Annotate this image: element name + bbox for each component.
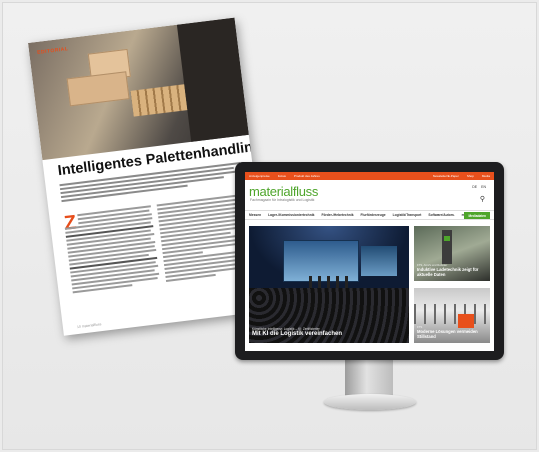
topbar-link[interactable]: Newsletter/E-Paper xyxy=(433,174,459,178)
hero-headline[interactable]: Mit KI die Logistik vereinfachen xyxy=(252,331,342,337)
nav-item[interactable]: Logistik/Transport xyxy=(393,213,422,217)
article-photo xyxy=(28,17,249,161)
nav-item[interactable]: Flurförderzeuge xyxy=(361,213,386,217)
side-teaser[interactable]: FTS, AGVs und Roboter Induktive Ladetech… xyxy=(414,226,490,281)
nav-item[interactable]: Lager-/Kommissioniertechnik xyxy=(268,213,314,217)
topbar-link[interactable]: Produkt des Jahres xyxy=(294,174,320,178)
topbar-link[interactable]: Fokus xyxy=(278,174,286,178)
topbar-link[interactable]: Anzeigenpreise xyxy=(249,174,270,178)
stage-screen xyxy=(361,246,397,276)
warehouse-rack xyxy=(414,304,490,324)
nav-item[interactable]: Messen xyxy=(249,213,261,217)
topbar-link[interactable]: Shop xyxy=(467,174,474,178)
language-de[interactable]: DE xyxy=(472,185,477,189)
nav-item[interactable]: Software/Autom. xyxy=(428,213,454,217)
teaser-headline[interactable]: Moderne Lösungen vermeiden Stillstand xyxy=(417,329,490,339)
teaser-kicker: FTS xyxy=(417,325,423,329)
cardboard-box xyxy=(66,71,130,107)
page-footer-left: 10 materialfluss xyxy=(76,322,102,330)
nav-item[interactable]: Förder-/Hebetechnik xyxy=(321,213,353,217)
site-logo[interactable]: materialfluss xyxy=(249,185,318,198)
language-en[interactable]: EN xyxy=(481,185,486,189)
website-screen: Anzeigenpreise Fokus Produkt des Jahres … xyxy=(245,172,494,351)
search-icon[interactable]: ⚲ xyxy=(480,195,485,203)
teaser-headline[interactable]: Induktive Ladetechnik zeigt für aktuelle… xyxy=(417,267,490,277)
top-bar: Anzeigenpreise Fokus Produkt des Jahres … xyxy=(245,172,494,180)
teaser-kicker: FTS, AGVs und Roboter xyxy=(417,263,448,267)
site-tagline: Fachmagazin für Intralogistik und Logist… xyxy=(250,198,315,202)
language-switch: DE EN xyxy=(472,185,486,189)
hero-teaser[interactable]: Künstliche Intelligenz: Logistik – KI: Z… xyxy=(249,226,409,343)
mediadaten-button[interactable]: Mediadaten xyxy=(464,212,490,219)
main-nav: Messen Lager-/Kommissioniertechnik Förde… xyxy=(245,210,494,220)
topbar-link[interactable]: Media xyxy=(482,174,490,178)
hero-kicker: Künstliche Intelligenz: Logistik – KI: Z… xyxy=(252,327,320,331)
side-teaser[interactable]: FTS Moderne Lösungen vermeiden Stillstan… xyxy=(414,288,490,343)
monitor: Anzeigenpreise Fokus Produkt des Jahres … xyxy=(235,162,504,360)
text-column xyxy=(63,205,160,295)
monitor-stand-base xyxy=(324,394,416,410)
robot xyxy=(442,230,452,264)
